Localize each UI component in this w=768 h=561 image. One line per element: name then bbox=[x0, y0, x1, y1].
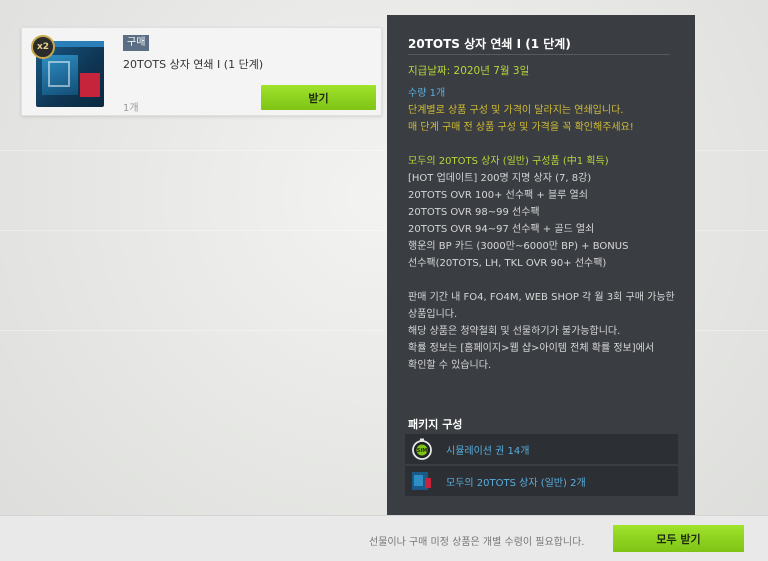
desc-line bbox=[408, 272, 683, 289]
desc-line: [HOT 업데이트] 200명 지명 상자 (7, 8강) bbox=[408, 173, 592, 184]
package-title: 패키지 구성 bbox=[408, 418, 463, 431]
quantity-badge: x2 bbox=[31, 35, 55, 59]
desc-line: 20TOTS OVR 94~97 선수팩 + 골드 열쇠 bbox=[408, 224, 595, 235]
sale-date: 지급날짜: 2020년 7월 3일 bbox=[408, 65, 530, 77]
desc-line: 20TOTS OVR 98~99 선수팩 bbox=[408, 207, 540, 218]
item-card[interactable]: x2 구매 20TOTS 상자 연쇄 Ⅰ (1 단계) 1개 받기 bbox=[21, 27, 382, 116]
detail-panel: 20TOTS 상자 연쇄 Ⅰ (1 단계) 지급날짜: 2020년 7월 3일 … bbox=[387, 15, 695, 515]
desc-line: 20TOTS OVR 100+ 선수팩 + 블루 열쇠 bbox=[408, 190, 588, 201]
desc-line: 모두의 20TOTS 상자 (일반) 구성품 (中1 획득) bbox=[408, 156, 609, 167]
stopwatch-icon: SIM bbox=[412, 438, 432, 460]
package-item: 모두의 20TOTS 상자 (일반) 2개 bbox=[405, 466, 678, 496]
pack-box-icon bbox=[412, 472, 431, 490]
desc-line: 단계별로 상품 구성 및 가격이 달라지는 연쇄입니다. bbox=[408, 105, 624, 116]
desc-line: 해당 상품은 청약철회 및 선물하기가 불가능합니다. bbox=[408, 326, 621, 337]
package-item: SIM 시뮬레이션 권 14개 bbox=[405, 434, 678, 464]
desc-line: 행운의 BP 카드 (3000만~6000만 BP) + BONUS bbox=[408, 241, 629, 252]
desc-line: 선수팩(20TOTS, LH, TKL OVR 90+ 선수팩) bbox=[408, 258, 607, 269]
desc-line: 확률 정보는 [홈페이지>웹 샵>아이템 전체 확률 정보]에서 bbox=[408, 343, 655, 354]
desc-line: 매 단계 구매 전 상품 구성 및 가격을 꼭 확인해주세요! bbox=[408, 122, 634, 133]
footer-notice: 선물이나 구매 미정 상품은 개별 수령이 필요합니다. bbox=[369, 537, 585, 548]
package-item-label: 시뮬레이션 권 14개 bbox=[446, 445, 530, 457]
purchase-tag: 구매 bbox=[123, 35, 150, 51]
item-title: 20TOTS 상자 연쇄 Ⅰ (1 단계) bbox=[123, 58, 264, 71]
divider bbox=[408, 54, 670, 55]
svg-text:SIM: SIM bbox=[417, 448, 427, 454]
pack-thumbnail: x2 bbox=[28, 35, 108, 109]
desc-line: 판매 기간 내 FO4, FO4M, WEB SHOP 각 월 3회 구매 가능… bbox=[408, 292, 675, 303]
receive-all-button[interactable]: 모두 받기 bbox=[613, 525, 744, 552]
receive-button[interactable]: 받기 bbox=[261, 85, 376, 110]
detail-title: 20TOTS 상자 연쇄 Ⅰ (1 단계) bbox=[408, 37, 571, 51]
desc-line: 상품입니다. bbox=[408, 309, 458, 320]
description: 수량 1개 단계별로 상품 구성 및 가격이 달라지는 연쇄입니다. 매 단계 … bbox=[408, 85, 683, 374]
desc-line: 확인할 수 있습니다. bbox=[408, 360, 492, 371]
footer-bar: 선물이나 구매 미정 상품은 개별 수령이 필요합니다. 모두 받기 bbox=[0, 515, 768, 561]
desc-line bbox=[408, 136, 683, 153]
desc-line: 수량 1개 bbox=[408, 88, 446, 99]
package-item-label: 모두의 20TOTS 상자 (일반) 2개 bbox=[446, 477, 586, 489]
item-quantity: 1개 bbox=[123, 103, 139, 114]
